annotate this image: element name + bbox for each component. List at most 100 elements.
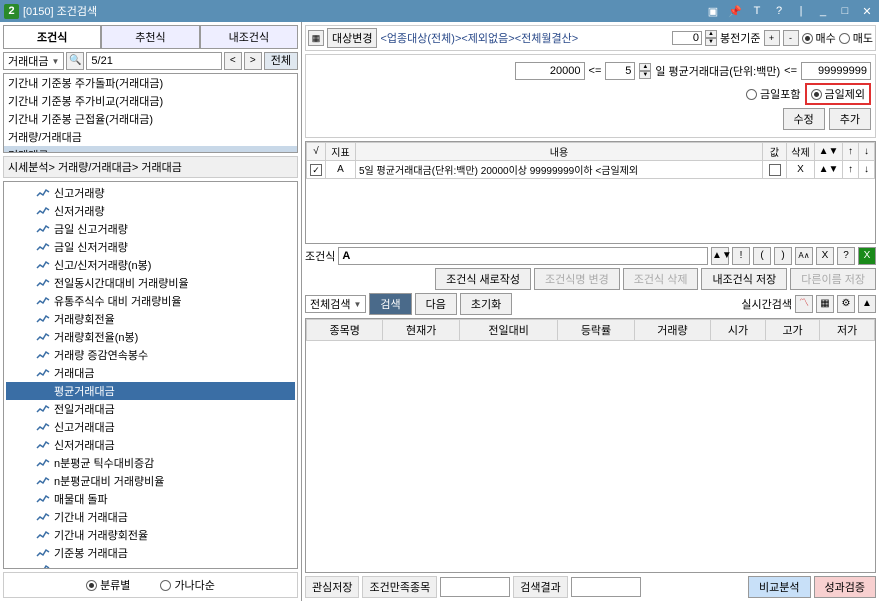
row-check[interactable] [310,164,322,176]
row-down[interactable]: ↓ [859,161,875,179]
tab-mycondition[interactable]: 내조건식 [200,25,298,48]
help-op[interactable]: ? [837,247,855,265]
cond-header[interactable]: ↑ [843,143,859,161]
cond-header[interactable]: 내용 [356,143,763,161]
tree-node[interactable]: 기간내 거래대금 [6,508,295,526]
result-header[interactable]: 전일대비 [459,320,557,341]
tab-condition[interactable]: 조건식 [3,25,101,48]
expand-icon[interactable]: ▦ [308,30,324,46]
radio-exclude-today[interactable]: 금일제외 [811,86,865,102]
target-change-button[interactable]: 대상변경 [327,28,377,48]
lparen-op[interactable]: ( [753,247,771,265]
cond-header[interactable]: 지표 [326,143,356,161]
collapse-icon[interactable]: ▲ [858,295,876,313]
tree-node[interactable]: 거래량회전율(n봉) [6,328,295,346]
tree-node[interactable]: 기간내 거래량회전율 [6,526,295,544]
cond-header[interactable]: √ [307,143,326,161]
rparen-op[interactable]: ) [774,247,792,265]
settings-icon[interactable]: ⚙ [837,295,855,313]
tree-node[interactable]: 금일 신저거래량 [6,238,295,256]
new-formula-button[interactable]: 조건식 새로작성 [435,268,531,290]
tree-node[interactable]: 거래대금 [6,364,295,382]
tree-node[interactable]: 거래량회전율 [6,310,295,328]
expr-updown[interactable]: ▲▼ [711,247,729,265]
close-icon[interactable]: ✕ [859,5,875,18]
erase-op[interactable]: X [816,247,834,265]
radio-buy[interactable]: 매수 [802,30,836,46]
result-header[interactable]: 종목명 [307,320,383,341]
delete-button[interactable]: 조건식 삭제 [623,268,699,290]
tree-node[interactable]: 거래량 증감연속봉수 [6,346,295,364]
tree-node[interactable]: 금일 신고거래량 [6,220,295,238]
edit-button[interactable]: 수정 [783,108,825,130]
tree-node[interactable]: 전일거래대금 [6,400,295,418]
expr-input[interactable]: A [338,247,708,265]
result-header[interactable]: 등락률 [558,320,634,341]
category-item[interactable]: 기간내 기준봉 주가비교(거래대금) [4,92,297,110]
tree-node[interactable]: 신고/신저거래량(n봉) [6,256,295,274]
tree-node[interactable]: 전일동시간대대비 거래량비율 [6,274,295,292]
category-item[interactable]: 거래량/거래대금 [4,128,297,146]
category-item[interactable]: 거래대금 [4,146,297,153]
bong-offset[interactable]: 0 [672,31,702,45]
rename-button[interactable]: 조건식명 변경 [534,268,620,290]
category-item[interactable]: 기간내 기준봉 근접율(거래대금) [4,110,297,128]
tree-node[interactable]: 평균거래대금 [6,382,295,400]
row-updown[interactable]: ▲▼ [815,161,843,179]
spin-up[interactable]: ▲ [705,30,717,38]
cond-header[interactable]: 삭제 [787,143,815,161]
cond-header[interactable]: ▲▼ [815,143,843,161]
row-delete[interactable]: X [787,161,815,179]
spin-down[interactable]: ▼ [705,38,717,46]
next-icon[interactable]: > [244,52,262,70]
radio-include-today[interactable]: 금일포함 [746,86,800,102]
result-header[interactable]: 거래량 [634,320,710,341]
search-icon[interactable]: 🔍 [66,52,84,70]
row-value-check[interactable] [769,164,781,176]
search-category-dropdown[interactable]: 거래대금 [3,52,64,70]
save-as-button[interactable]: 다른이름 저장 [790,268,876,290]
next-button[interactable]: 다음 [415,293,457,315]
tree-node[interactable]: 신저거래량 [6,202,295,220]
maximize-icon[interactable]: □ [837,5,853,18]
result-header[interactable]: 저가 [820,320,875,341]
sort-category[interactable]: 분류별 [86,577,130,593]
tree-node[interactable]: 신고거래량 [6,184,295,202]
cond-header[interactable]: ↓ [859,143,875,161]
value1-input[interactable] [515,62,585,80]
days-down[interactable]: ▼ [639,71,651,79]
pin-icon[interactable]: 📌 [727,5,743,18]
scope-dropdown[interactable]: 전체검색 [305,295,366,313]
performance-button[interactable]: 성과검증 [814,576,876,598]
tree-node[interactable]: 신저거래대금 [6,436,295,454]
result-header[interactable]: 시가 [711,320,766,341]
minimize-icon[interactable]: _ [815,5,831,18]
help-icon[interactable]: ? [771,5,787,18]
row-up[interactable]: ↑ [843,161,859,179]
realtime-grid-icon[interactable]: ▦ [816,295,834,313]
plus-button[interactable]: + [764,30,780,46]
days-input[interactable] [605,62,635,80]
save-my-button[interactable]: 내조건식 저장 [701,268,787,290]
text-icon[interactable]: T [749,5,765,18]
matched-count-input[interactable] [440,577,510,597]
results-count-input[interactable] [571,577,641,597]
compare-button[interactable]: 비교분석 [748,576,810,598]
tree-node[interactable]: 매물대 돌파 [6,490,295,508]
realtime-chart-icon[interactable]: 〽 [795,295,813,313]
days-up[interactable]: ▲ [639,63,651,71]
add-button[interactable]: 추가 [829,108,871,130]
tree-node[interactable]: 기준봉 거래대금 [6,544,295,562]
cond-header[interactable]: 값 [763,143,787,161]
not-op[interactable]: ! [732,247,750,265]
value2-input[interactable] [801,62,871,80]
tree-node[interactable]: n분평균 틱수대비증감 [6,454,295,472]
all-button[interactable]: 전체 [264,52,298,70]
search-button[interactable]: 검색 [369,293,411,315]
minus-button[interactable]: - [783,30,799,46]
reset-button[interactable]: 초기화 [460,293,512,315]
excel-icon[interactable]: X [858,247,876,265]
tree-node[interactable]: 신고거래대금 [6,418,295,436]
tree-node[interactable]: n분평균대비 거래량비율 [6,472,295,490]
tree-node[interactable]: 유통주식수 대비 거래량비율 [6,292,295,310]
